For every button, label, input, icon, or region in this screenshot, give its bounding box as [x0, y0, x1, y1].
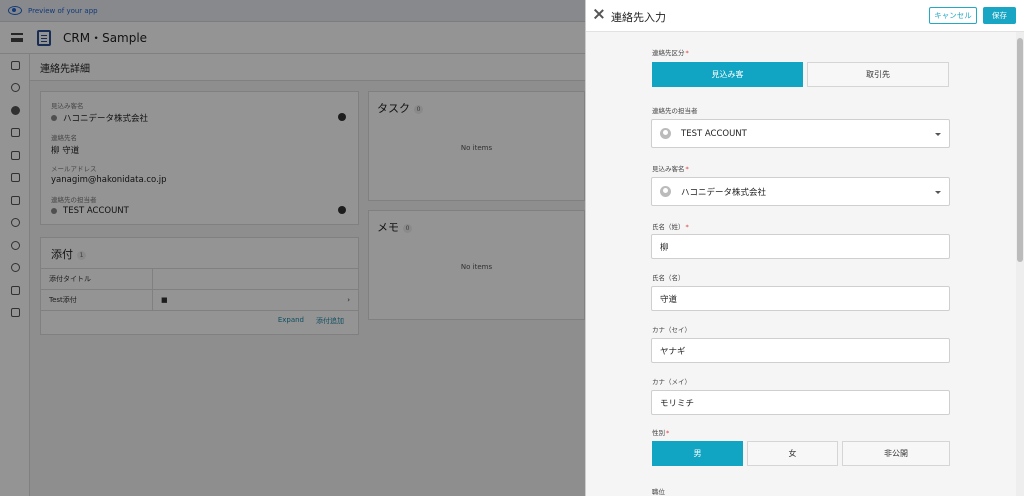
last-name-input[interactable]: 柳 — [651, 234, 950, 259]
owner-select-value: TEST ACCOUNT — [681, 128, 747, 139]
gender-option-male[interactable]: 男 — [652, 441, 743, 466]
first-name-label: 氏名（名） — [652, 274, 685, 282]
first-name-input[interactable]: 守道 — [651, 286, 950, 311]
contact-type-label: 連絡先区分* — [652, 47, 689, 57]
chevron-down-icon — [935, 190, 941, 194]
dialog-title: 連絡先入力 — [611, 11, 666, 24]
prospect-field-label-text: 見込み客名 — [652, 165, 685, 173]
position-label: 職位 — [652, 488, 665, 496]
gender-segmented: 男 女 非公開 — [652, 441, 950, 466]
gender-label-text: 性別 — [652, 429, 665, 437]
avatar — [660, 128, 671, 139]
modal-backdrop[interactable] — [0, 0, 585, 496]
type-option-prospect[interactable]: 見込み客 — [652, 62, 803, 87]
contact-input-dialog: 連絡先入力 キャンセル 保存 連絡先区分* 見込み客 取引先 連絡先の担当者 T… — [585, 0, 1024, 496]
kana-first-label: カナ（メイ） — [652, 378, 691, 386]
kana-last-label: カナ（セイ） — [652, 326, 691, 334]
type-option-customer[interactable]: 取引先 — [807, 62, 949, 87]
required-mark: * — [685, 165, 689, 173]
required-mark: * — [685, 223, 689, 231]
last-name-label-text: 氏名（姓） — [652, 223, 685, 231]
prospect-select-value: ハコニデータ株式会社 — [681, 187, 767, 198]
kana-first-input[interactable]: モリミチ — [651, 390, 950, 415]
close-icon[interactable] — [594, 9, 604, 19]
owner-select[interactable]: TEST ACCOUNT — [651, 119, 950, 148]
required-mark: * — [666, 429, 670, 437]
gender-label: 性別* — [652, 427, 669, 437]
chevron-down-icon — [935, 132, 941, 136]
cancel-button[interactable]: キャンセル — [929, 7, 977, 24]
contact-type-segmented: 見込み客 取引先 — [652, 62, 949, 87]
contact-form: 連絡先区分* 見込み客 取引先 連絡先の担当者 TEST ACCOUNT 見込み… — [586, 32, 1017, 496]
scrollbar-thumb[interactable] — [1017, 38, 1023, 262]
prospect-field-label: 見込み客名* — [652, 163, 689, 173]
company-icon — [660, 186, 671, 197]
dialog-header: 連絡先入力 キャンセル 保存 — [586, 0, 1024, 32]
required-mark: * — [685, 49, 689, 57]
prospect-select[interactable]: ハコニデータ株式会社 — [651, 177, 950, 206]
owner-field-label: 連絡先の担当者 — [652, 107, 698, 115]
gender-option-female[interactable]: 女 — [747, 441, 838, 466]
save-button[interactable]: 保存 — [983, 7, 1016, 24]
last-name-label: 氏名（姓）* — [652, 221, 689, 231]
gender-option-private[interactable]: 非公開 — [842, 441, 950, 466]
kana-last-input[interactable]: ヤナギ — [651, 338, 950, 363]
contact-type-label-text: 連絡先区分 — [652, 49, 685, 57]
